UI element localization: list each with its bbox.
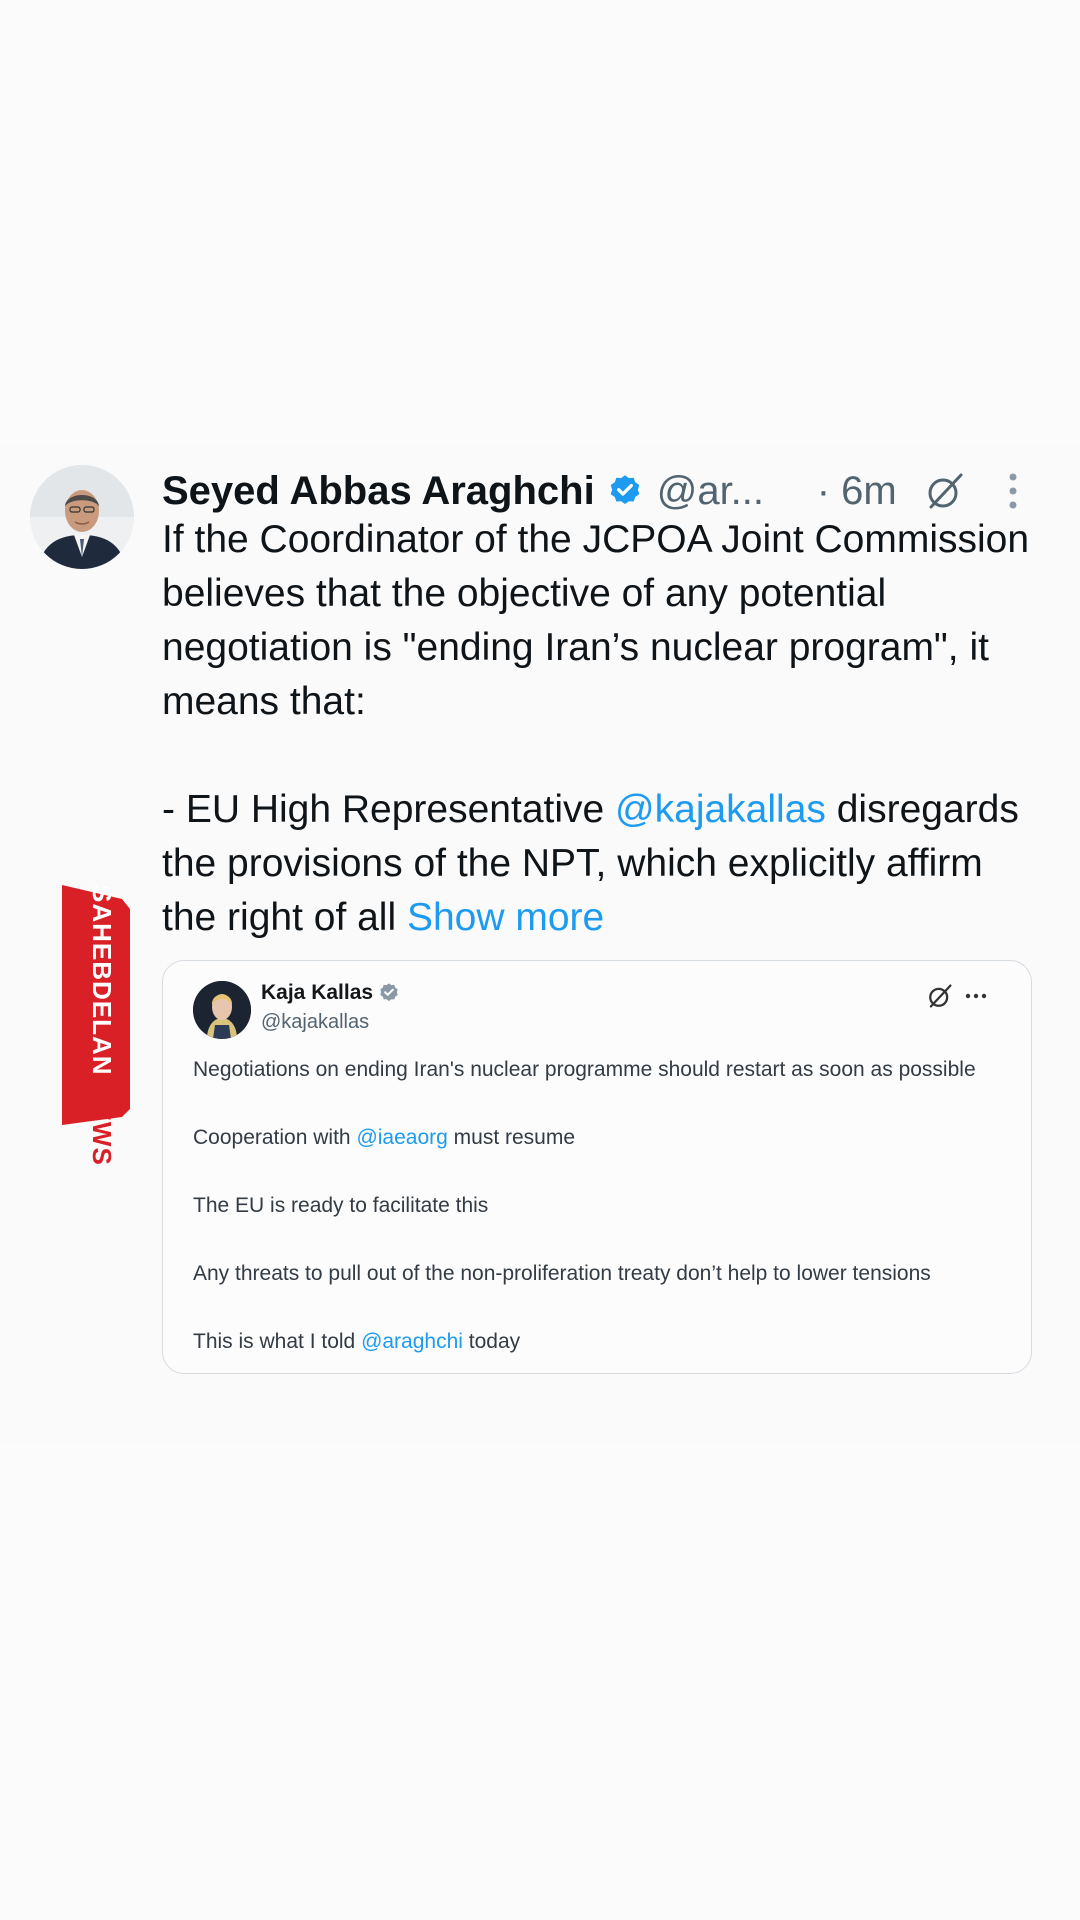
quoted-author-name[interactable]: Kaja Kallas [261,981,373,1005]
tweet-timestamp[interactable]: · 6m [817,469,897,514]
quoted-text-segment: must resume [447,1126,576,1149]
author-avatar[interactable] [30,465,134,569]
author-name[interactable]: Seyed Abbas Araghchi [162,469,595,514]
tweet-text-segment: - EU High Representative [162,788,616,831]
quoted-paragraph: Cooperation with @iaeaorg must resume [193,1121,1003,1155]
quoted-author-avatar[interactable] [193,981,251,1039]
grok-icon[interactable] [927,983,953,1009]
quoted-text-segment: today [462,1330,521,1353]
tweet-body: If the Coordinator of the JCPOA Joint Co… [162,513,1042,945]
verified-badge-icon [378,982,400,1004]
tweet-header: Seyed Abbas Araghchi @ar... · 6m [162,463,1042,519]
mention-link-kajakallas[interactable]: @kajakallas [615,788,826,831]
mention-link-iaeaorg[interactable]: @iaeaorg [356,1126,447,1149]
watermark-text: SAHEBDELAN.NEWS [82,885,122,1205]
tweet-card[interactable]: Seyed Abbas Araghchi @ar... · 6m If the … [0,445,1080,1445]
user-avatar-icon [193,981,251,1039]
watermark-part-1: SAHEBDELAN [87,885,117,1076]
quoted-paragraph: Negotiations on ending Iran's nuclear pr… [193,1058,976,1081]
quoted-tweet-card[interactable]: Kaja Kallas @kajakallas Negotiations on … [162,960,1032,1374]
quoted-tweet-body: Negotiations on ending Iran's nuclear pr… [193,1053,1003,1359]
tweet-paragraph: If the Coordinator of the JCPOA Joint Co… [162,518,1030,723]
show-more-link[interactable]: Show more [407,896,604,939]
quoted-paragraph: Any threats to pull out of the non-proli… [193,1262,931,1285]
author-handle[interactable]: @ar... [657,469,787,514]
quoted-text-segment: Cooperation with [193,1126,357,1149]
more-horizontal-icon[interactable] [963,983,989,1009]
mention-link-araghchi[interactable]: @araghchi [361,1330,463,1353]
blank-bottom-area [0,1445,1080,1920]
quoted-paragraph: This is what I told @araghchi today [193,1325,1003,1359]
watermark-part-2: .NEWS [87,1075,117,1166]
watermark-logo: SAHEBDELAN.NEWS [62,885,130,1205]
blank-top-area [0,0,1080,445]
user-avatar-icon [30,465,134,569]
grok-icon[interactable] [925,471,965,511]
quoted-paragraph: The EU is ready to facilitate this [193,1194,489,1217]
quoted-author-name-row: Kaja Kallas [261,981,400,1005]
quoted-author-handle[interactable]: @kajakallas [261,1011,369,1034]
tweet-paragraph: - EU High Representative @kajakallas dis… [162,783,1042,945]
more-vertical-icon[interactable] [998,465,1028,517]
verified-badge-icon [607,473,643,509]
quoted-text-segment: This is what I told [193,1330,362,1353]
